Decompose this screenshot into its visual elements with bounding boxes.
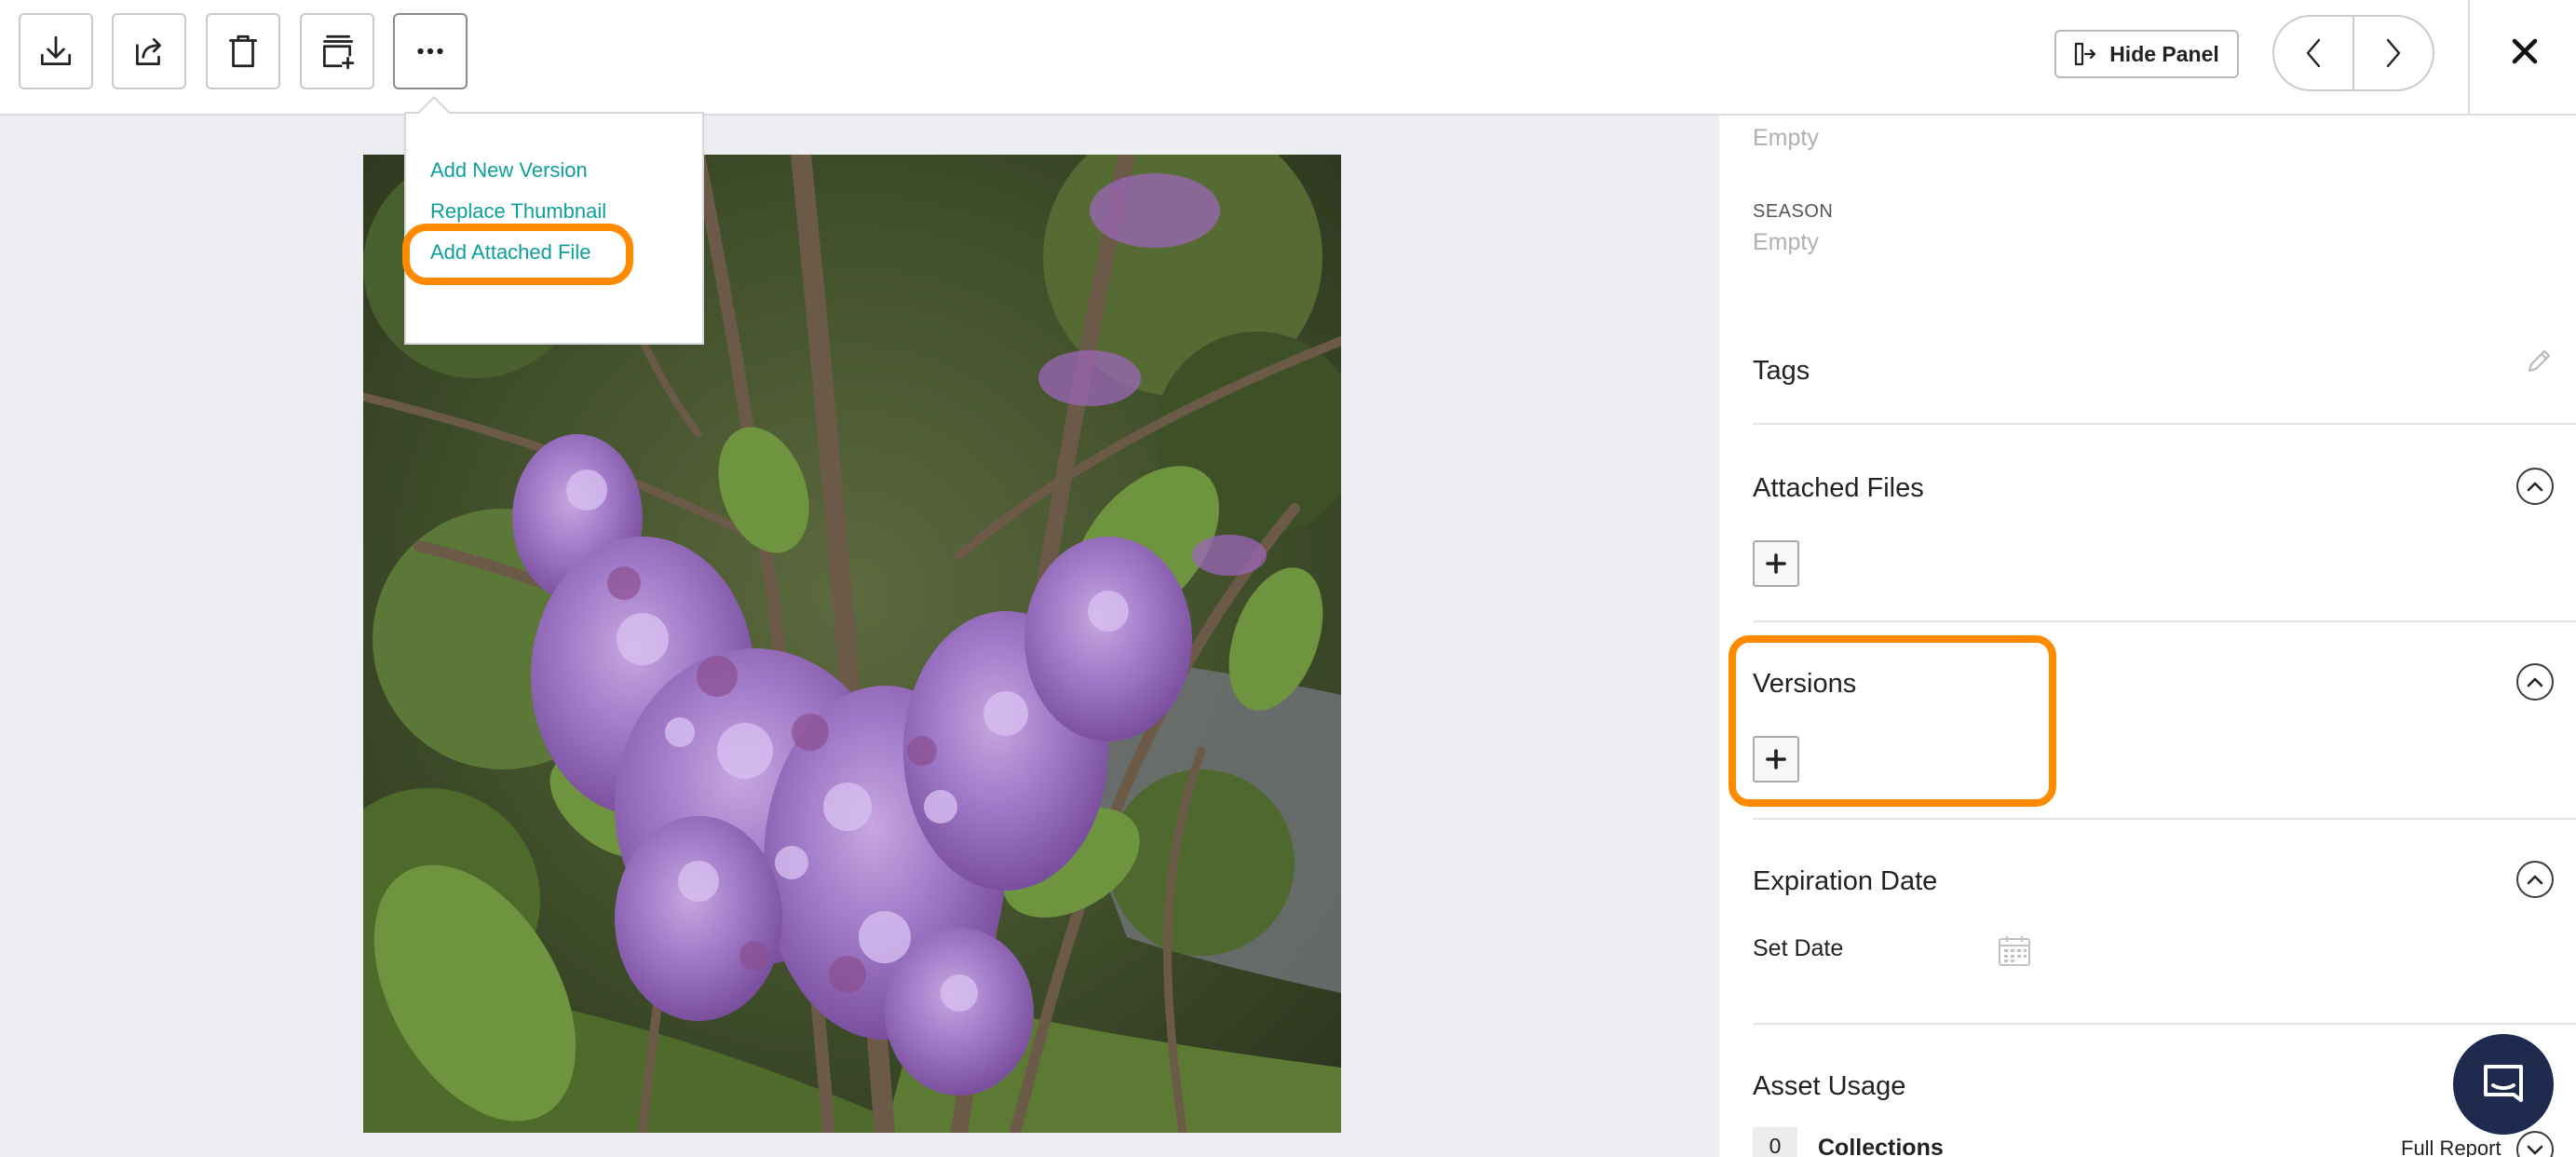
versions-collapse-button[interactable]: [2516, 663, 2554, 701]
previous-asset-button[interactable]: [2274, 17, 2352, 89]
panel-toggle-icon: [2075, 42, 2096, 66]
share-icon: [136, 38, 161, 66]
add-attached-file-button[interactable]: [1753, 540, 1799, 587]
highlight-versions-section: [1729, 635, 2056, 807]
download-icon: [40, 35, 72, 66]
chevron-up-icon: [2527, 482, 2543, 492]
collections-label: Collections: [1818, 1135, 1944, 1157]
tags-title: Tags: [1753, 356, 1810, 386]
plus-icon: [1766, 553, 1786, 574]
divider: [1753, 1023, 2576, 1025]
hide-panel-button[interactable]: Hide Panel: [2054, 30, 2239, 78]
chevron-down-icon: [2527, 1145, 2543, 1155]
chevron-up-icon: [2527, 875, 2543, 885]
menu-item-replace-thumbnail[interactable]: Replace Thumbnail: [430, 199, 606, 224]
attached-files-title: Attached Files: [1753, 473, 1924, 503]
set-date-label[interactable]: Set Date: [1753, 935, 1843, 962]
hide-panel-label: Hide Panel: [2109, 41, 2219, 66]
menu-item-add-new-version[interactable]: Add New Version: [430, 158, 588, 183]
calendar-icon[interactable]: [1997, 933, 2032, 969]
chat-launcher-button[interactable]: [2453, 1034, 2554, 1135]
asset-navigation: [2272, 15, 2434, 91]
share-button[interactable]: [112, 13, 186, 89]
delete-button[interactable]: [206, 13, 280, 89]
more-icon: [417, 48, 443, 55]
toolbar-divider: [2468, 0, 2470, 116]
attached-files-collapse-button[interactable]: [2516, 468, 2554, 505]
chevron-up-icon: [2527, 677, 2543, 687]
close-button[interactable]: [2501, 28, 2548, 75]
trash-icon: [228, 34, 258, 68]
download-button[interactable]: [19, 13, 93, 89]
chevron-right-icon: [2386, 38, 2401, 68]
collections-count: 0: [1753, 1127, 1797, 1157]
top-toolbar: Hide Panel: [0, 0, 2576, 116]
highlight-add-attached-file: [402, 224, 633, 285]
top-field-value: Empty: [1753, 125, 1819, 151]
add-to-collection-button[interactable]: [300, 13, 374, 89]
full-report-link[interactable]: Full Report: [2401, 1137, 2501, 1157]
chat-bubble-icon: [2484, 1065, 2523, 1102]
divider: [1753, 620, 2576, 622]
more-actions-button[interactable]: [393, 13, 468, 89]
expiration-date-collapse-button[interactable]: [2516, 861, 2554, 898]
divider: [1753, 423, 2576, 425]
add-to-collection-icon: [322, 34, 355, 70]
season-value: Empty: [1753, 229, 1819, 255]
expiration-date-title: Expiration Date: [1753, 866, 1938, 896]
close-icon: [2512, 38, 2538, 64]
pencil-icon[interactable]: [2524, 347, 2554, 376]
asset-details-panel: Empty SEASON Empty Tags Attached Files V…: [1719, 116, 2576, 1157]
collections-expand-button[interactable]: [2516, 1131, 2554, 1157]
divider: [1753, 818, 2576, 820]
next-asset-button[interactable]: [2352, 17, 2433, 89]
asset-usage-title: Asset Usage: [1753, 1071, 1906, 1101]
season-label: SEASON: [1753, 201, 1834, 222]
chevron-left-icon: [2306, 38, 2321, 68]
